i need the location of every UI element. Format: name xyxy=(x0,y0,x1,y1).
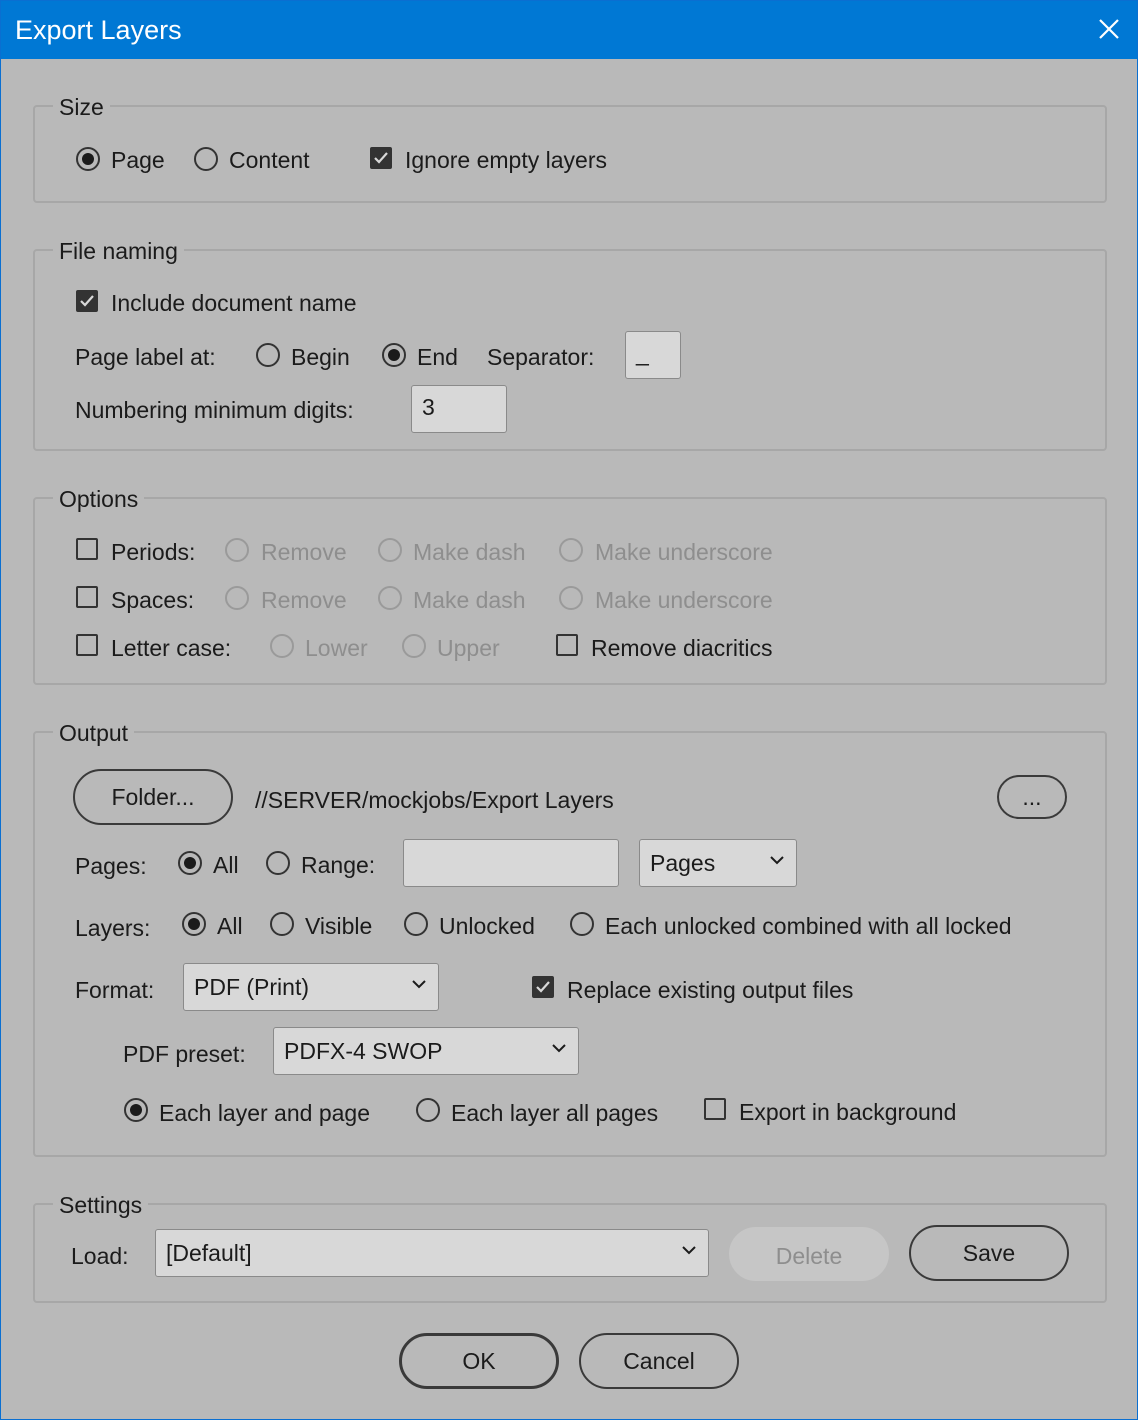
periods-checkbox[interactable] xyxy=(76,538,98,560)
range-unit-select[interactable]: Pages xyxy=(639,839,797,887)
range-input[interactable] xyxy=(403,839,619,887)
replace-existing-label: Replace existing output files xyxy=(567,977,854,1003)
ignore-empty-label: Ignore empty layers xyxy=(405,147,607,173)
more-button[interactable]: ... xyxy=(997,775,1067,819)
pages-all-label: All xyxy=(213,852,239,878)
delete-button[interactable]: Delete xyxy=(729,1227,889,1281)
spaces-dash-label: Make dash xyxy=(413,587,526,613)
settings-legend: Settings xyxy=(53,1192,149,1219)
end-label: End xyxy=(417,344,458,370)
export-background-label: Export in background xyxy=(739,1099,957,1125)
folder-path: //SERVER/mockjobs/Export Layers xyxy=(255,787,614,813)
file-naming-legend: File naming xyxy=(53,238,184,265)
layers-all-label: All xyxy=(217,913,243,939)
periods-dash-radio[interactable] xyxy=(378,538,402,562)
upper-label: Upper xyxy=(437,635,500,661)
folder-button[interactable]: Folder... xyxy=(73,769,233,825)
include-doc-name-checkbox[interactable] xyxy=(76,290,98,312)
load-value: [Default] xyxy=(166,1240,252,1266)
separator-input[interactable]: _ xyxy=(625,331,681,379)
spaces-remove-radio[interactable] xyxy=(225,586,249,610)
periods-dash-label: Make dash xyxy=(413,539,526,565)
export-layers-dialog: Export Layers Size Page Content Ignore e… xyxy=(0,0,1138,1420)
layers-visible-label: Visible xyxy=(305,913,373,939)
pages-range-radio[interactable] xyxy=(266,851,290,875)
ignore-empty-checkbox[interactable] xyxy=(370,147,392,169)
size-page-label: Page xyxy=(111,147,165,173)
load-label: Load: xyxy=(71,1243,129,1269)
separator-label: Separator: xyxy=(487,344,595,370)
pdf-preset-label: PDF preset: xyxy=(123,1041,246,1067)
close-icon[interactable] xyxy=(1089,9,1129,49)
options-legend: Options xyxy=(53,486,145,513)
each-layer-all-pages-radio[interactable] xyxy=(416,1098,440,1122)
lower-radio[interactable] xyxy=(270,634,294,658)
min-digits-label: Numbering minimum digits: xyxy=(75,397,354,423)
spaces-label: Spaces: xyxy=(111,587,195,613)
pdf-preset-value: PDFX-4 SWOP xyxy=(284,1038,443,1064)
layers-unlocked-radio[interactable] xyxy=(404,912,428,936)
begin-radio[interactable] xyxy=(256,343,280,367)
layers-unlocked-label: Unlocked xyxy=(439,913,535,939)
ok-button[interactable]: OK xyxy=(399,1333,559,1389)
periods-label: Periods: xyxy=(111,539,196,565)
check-icon xyxy=(80,295,94,307)
size-page-radio[interactable] xyxy=(76,147,100,171)
each-layer-all-pages-label: Each layer all pages xyxy=(451,1100,659,1126)
periods-remove-radio[interactable] xyxy=(225,538,249,562)
format-label: Format: xyxy=(75,977,155,1003)
size-legend: Size xyxy=(53,94,110,121)
each-layer-page-label: Each layer and page xyxy=(159,1100,370,1126)
layers-all-radio[interactable] xyxy=(182,912,206,936)
range-unit-value: Pages xyxy=(650,850,716,876)
pages-label: Pages: xyxy=(75,853,147,879)
load-select[interactable]: [Default] xyxy=(155,1229,709,1277)
window-title: Export Layers xyxy=(15,15,182,45)
spaces-checkbox[interactable] xyxy=(76,586,98,608)
size-content-radio[interactable] xyxy=(194,147,218,171)
format-value: PDF (Print) xyxy=(194,974,309,1000)
remove-diacritics-checkbox[interactable] xyxy=(556,634,578,656)
layers-label: Layers: xyxy=(75,915,151,941)
spaces-remove-label: Remove xyxy=(261,587,347,613)
chevron-down-icon xyxy=(412,980,426,989)
layers-each-unlocked-label: Each unlocked combined with all locked xyxy=(605,913,1012,939)
save-button[interactable]: Save xyxy=(909,1225,1069,1281)
check-icon xyxy=(536,981,550,993)
spaces-underscore-label: Make underscore xyxy=(595,587,773,613)
pages-range-label: Range: xyxy=(301,852,376,878)
check-icon xyxy=(374,152,388,164)
export-background-checkbox[interactable] xyxy=(704,1098,726,1120)
upper-radio[interactable] xyxy=(402,634,426,658)
format-select[interactable]: PDF (Print) xyxy=(183,963,439,1011)
include-doc-name-label: Include document name xyxy=(111,290,357,316)
replace-existing-checkbox[interactable] xyxy=(532,976,554,998)
end-radio[interactable] xyxy=(382,343,406,367)
layers-each-unlocked-radio[interactable] xyxy=(570,912,594,936)
layers-visible-radio[interactable] xyxy=(270,912,294,936)
output-legend: Output xyxy=(53,720,135,747)
chevron-down-icon xyxy=(682,1246,696,1255)
letter-case-label: Letter case: xyxy=(111,635,232,661)
page-label-at-label: Page label at: xyxy=(75,344,216,370)
letter-case-checkbox[interactable] xyxy=(76,634,98,656)
spaces-underscore-radio[interactable] xyxy=(559,586,583,610)
size-content-label: Content xyxy=(229,147,310,173)
periods-underscore-label: Make underscore xyxy=(595,539,773,565)
chevron-down-icon xyxy=(552,1044,566,1053)
title-bar: Export Layers xyxy=(1,1,1137,59)
spaces-dash-radio[interactable] xyxy=(378,586,402,610)
periods-remove-label: Remove xyxy=(261,539,347,565)
begin-label: Begin xyxy=(291,344,350,370)
lower-label: Lower xyxy=(305,635,368,661)
chevron-down-icon xyxy=(770,856,784,865)
cancel-button[interactable]: Cancel xyxy=(579,1333,739,1389)
pdf-preset-select[interactable]: PDFX-4 SWOP xyxy=(273,1027,579,1075)
each-layer-page-radio[interactable] xyxy=(124,1098,148,1122)
remove-diacritics-label: Remove diacritics xyxy=(591,635,773,661)
min-digits-input[interactable]: 3 xyxy=(411,385,507,433)
periods-underscore-radio[interactable] xyxy=(559,538,583,562)
pages-all-radio[interactable] xyxy=(178,851,202,875)
